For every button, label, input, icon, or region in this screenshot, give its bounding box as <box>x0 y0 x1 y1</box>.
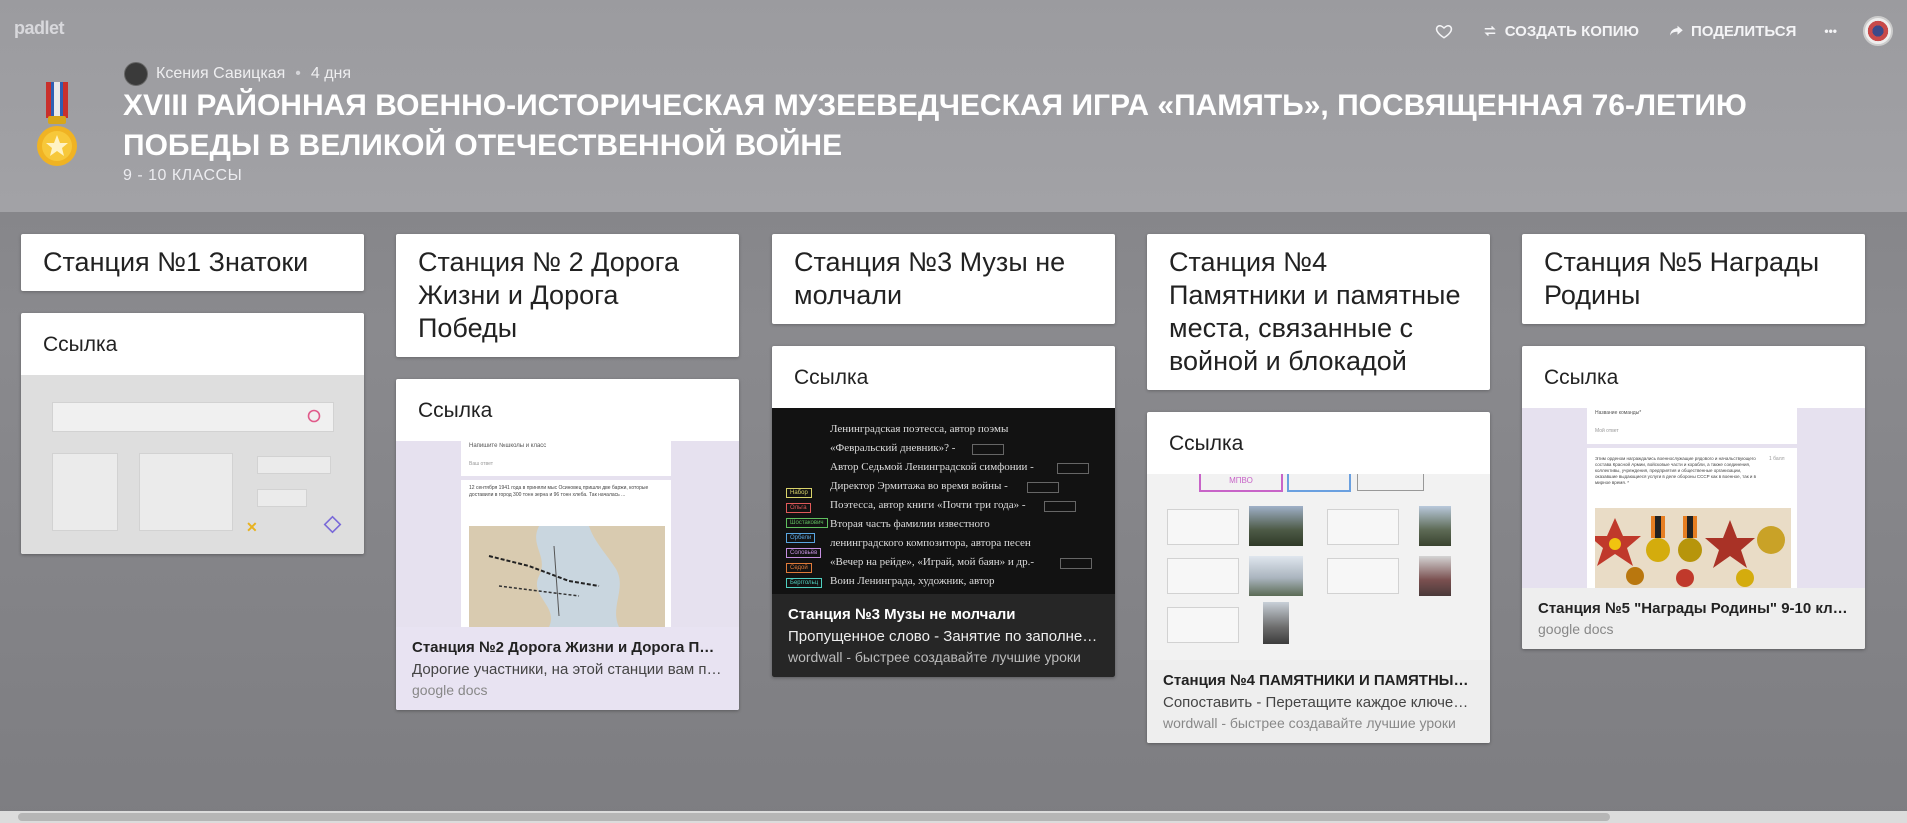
monument-photo <box>1419 506 1451 546</box>
link-title: Станция №4 ПАМЯТНИКИ И ПАМЯТНЫЕ МЕСТА <box>1163 672 1474 689</box>
doc-line: 12 сентября 1941 года в приняли мыс Осин… <box>469 485 649 498</box>
link-info[interactable]: Станция №5 "Награды Родины" 9-10 классы … <box>1522 588 1865 649</box>
scrollbar-thumb[interactable] <box>18 813 1610 821</box>
doc-line: 1 балл <box>1769 456 1785 462</box>
remake-icon <box>1484 25 1496 37</box>
monument-photo <box>1419 556 1451 596</box>
monument-photo <box>1263 602 1289 644</box>
column-title[interactable]: Станция №5 Награды Родины <box>1522 234 1865 324</box>
doc-line: Ваш ответ <box>469 461 493 467</box>
share-button[interactable]: ПОДЕЛИТЬСЯ <box>1667 22 1796 40</box>
link-preview-image[interactable]: Ленинградская поэтесса, автор поэмы «Фев… <box>772 408 1115 594</box>
wordwall-row: Поэтесса, автор книги «Почти три года» - <box>830 499 1026 511</box>
doc-line: Этим орденом награждались военнослужащие… <box>1595 456 1757 485</box>
column-station-3: Станция №3 Музы не молчали Ссылка Ленинг… <box>772 234 1115 677</box>
wordwall-row: Ленинградская поэтесса, автор поэмы <box>830 423 1009 435</box>
share-label: ПОДЕЛИТЬСЯ <box>1690 22 1797 40</box>
x-icon: ✕ <box>246 519 258 535</box>
post-card[interactable]: Ссылка МПВО Станция №4 ПАМЯТНИКИ И ПАМЯТ… <box>1147 412 1490 743</box>
diamond-icon <box>323 515 342 534</box>
doc-line: Мой ответ <box>1595 428 1619 434</box>
post-title: Ссылка <box>1544 366 1619 389</box>
link-description: Пропущенное слово - Занятие по заполнени… <box>788 628 1099 645</box>
link-title: Станция №5 "Награды Родины" 9-10 классы <box>1538 600 1849 617</box>
wordwall-row: «Февральский дневник»? - <box>830 442 956 454</box>
share-icon <box>1669 25 1683 36</box>
wordwall-row: ленинградского композитора, автора песен <box>830 537 1031 549</box>
post-card[interactable]: Ссылка ✕ <box>21 313 364 554</box>
column-station-1: Станция №1 Знатоки Ссылка ✕ <box>21 234 364 554</box>
board-age: 4 дня <box>310 65 352 82</box>
medals-image <box>1595 508 1791 588</box>
board-subtitle: 9 - 10 КЛАССЫ <box>123 167 243 184</box>
column-station-2: Станция № 2 Дорога Жизни и Дорога Победы… <box>396 234 739 710</box>
wordwall-row: Воин Ленинграда, художник, автор <box>830 575 995 587</box>
column-title[interactable]: Станция №4 Памятники и памятные места, с… <box>1147 234 1490 390</box>
link-description: Дорогие участники, на этой станции вам п… <box>412 661 723 678</box>
copy-button[interactable]: СОЗДАТЬ КОПИЮ <box>1481 22 1639 40</box>
header-actions: СОЗДАТЬ КОПИЮ ПОДЕЛИТЬСЯ ••• <box>1407 16 1893 46</box>
wordwall-row: Вторая часть фамилии известного <box>830 518 990 530</box>
post-title: Ссылка <box>43 333 118 356</box>
link-title: Станция №2 Дорога Жизни и Дорога Победы <box>412 639 723 656</box>
link-preview-placeholder[interactable]: ✕ <box>21 375 364 554</box>
link-preview-image[interactable]: МПВО <box>1147 474 1490 660</box>
doc-line: Напишите №школы и класс <box>469 443 547 449</box>
board-author: Ксения Савицкая • 4 дня <box>124 62 351 86</box>
user-avatar[interactable] <box>1863 16 1893 46</box>
wordwall-row: Автор Седьмой Ленинградской симфонии - <box>830 461 1034 473</box>
monument-photo <box>1249 506 1303 546</box>
link-source: wordwall - быстрее создавайте лучшие уро… <box>1163 715 1456 731</box>
wordwall-tag: Берггольц <box>786 578 823 588</box>
doc-line: Название команды* <box>1595 410 1642 416</box>
post-card[interactable]: Ссылка Ленинградская поэтесса, автор поэ… <box>772 346 1115 677</box>
link-preview-image[interactable]: Напишите №школы и класс Ваш ответ 12 сен… <box>396 441 739 627</box>
wordwall-row: Директор Эрмитажа во время войны - <box>830 480 1008 492</box>
post-card[interactable]: Ссылка Название команды* Мой ответ Этим … <box>1522 346 1865 649</box>
post-title: Ссылка <box>794 366 869 389</box>
copy-label: СОЗДАТЬ КОПИЮ <box>1504 22 1639 40</box>
link-source: google docs <box>1538 621 1614 637</box>
column-title[interactable]: Станция № 2 Дорога Жизни и Дорога Победы <box>396 234 739 357</box>
column-station-5: Станция №5 Награды Родины Ссылка Названи… <box>1522 234 1865 649</box>
column-title[interactable]: Станция №1 Знатоки <box>21 234 364 291</box>
link-source: google docs <box>412 682 488 698</box>
column-station-4: Станция №4 Памятники и памятные места, с… <box>1147 234 1490 743</box>
more-button[interactable]: ••• <box>1824 24 1837 38</box>
wordwall-tag: Набор <box>786 488 812 498</box>
like-button[interactable] <box>1435 22 1453 40</box>
link-preview-image[interactable]: Название команды* Мой ответ Этим орденом… <box>1522 408 1865 588</box>
post-title: Ссылка <box>1169 432 1244 455</box>
separator-dot: • <box>295 65 301 82</box>
post-title: Ссылка <box>418 399 493 422</box>
link-info[interactable]: Станция №3 Музы не молчали Пропущенное с… <box>772 594 1115 677</box>
link-description: Сопоставить - Перетащите каждое ключевое… <box>1163 694 1474 711</box>
link-info[interactable]: Станция №2 Дорога Жизни и Дорога Победы … <box>396 627 739 710</box>
board-header: padlet СОЗДАТЬ КОПИЮ ПОДЕЛИТЬСЯ ••• Ксен… <box>0 0 1907 212</box>
wordwall-tag: Соловьёв <box>786 548 822 558</box>
monument-photo <box>1249 556 1303 596</box>
author-avatar <box>124 62 148 86</box>
map-image <box>469 526 665 627</box>
wordwall-row: «Вечер на рейде», «Играй, мой баян» и др… <box>830 556 1035 568</box>
author-name[interactable]: Ксения Савицкая <box>156 65 285 83</box>
medal-icon <box>37 82 77 166</box>
wordwall-tag: Ольга <box>786 503 811 513</box>
link-source: wordwall - быстрее создавайте лучшие уро… <box>788 649 1081 665</box>
wordwall-tag: Орбели <box>786 533 816 543</box>
link-title: Станция №3 Музы не молчали <box>788 606 1016 623</box>
match-label: МПВО <box>1199 474 1283 492</box>
wordwall-tag: Шостакович <box>786 518 828 528</box>
padlet-logo[interactable]: padlet <box>14 18 65 39</box>
circle-icon <box>307 409 321 423</box>
link-info[interactable]: Станция №4 ПАМЯТНИКИ И ПАМЯТНЫЕ МЕСТА Со… <box>1147 660 1490 743</box>
wordwall-tag: Седой <box>786 563 812 573</box>
horizontal-scrollbar[interactable] <box>0 811 1907 823</box>
heart-icon <box>1435 24 1452 39</box>
column-title[interactable]: Станция №3 Музы не молчали <box>772 234 1115 324</box>
board-title: XVIII РАЙОННАЯ ВОЕННО-ИСТОРИЧЕСКАЯ МУЗЕЕ… <box>123 89 1747 162</box>
post-card[interactable]: Ссылка Напишите №школы и класс Ваш ответ… <box>396 379 739 710</box>
